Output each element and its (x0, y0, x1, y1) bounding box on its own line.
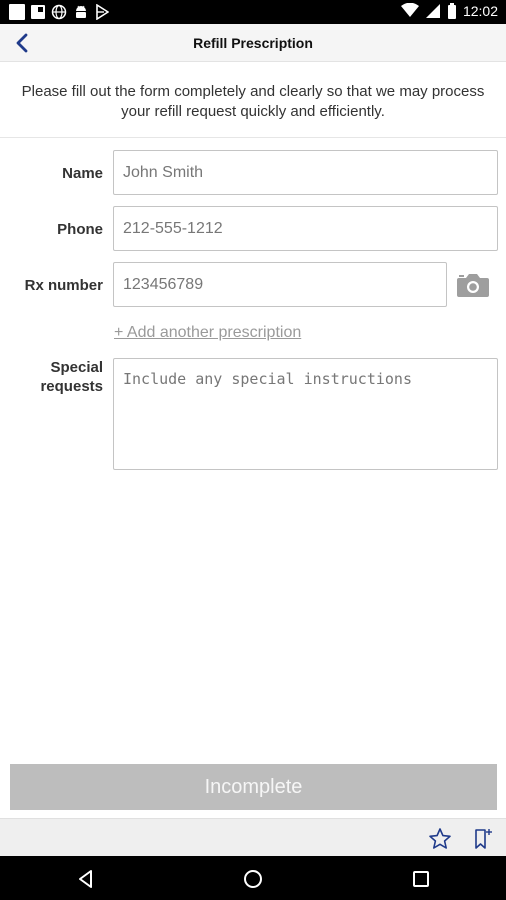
special-requests-label-line1: Special (50, 359, 103, 376)
rx-number-label: Rx number (24, 277, 103, 294)
bookmark-add-icon (475, 829, 492, 849)
wifi-icon (400, 3, 419, 17)
notification-square-icon (31, 5, 45, 19)
phone-label: Phone (57, 221, 103, 238)
nav-recents-button[interactable] (410, 868, 432, 890)
android-icon (76, 5, 86, 18)
app-header: Refill Prescription (0, 24, 506, 62)
name-label: Name (62, 165, 103, 182)
play-store-icon (96, 4, 109, 20)
bookmark-button[interactable] (470, 827, 494, 851)
star-icon (429, 828, 451, 849)
system-nav-bar (0, 856, 506, 900)
globe-icon (51, 4, 67, 20)
status-right-icons: 12:02 (400, 3, 498, 19)
name-field[interactable]: John Smith (113, 150, 498, 195)
add-prescription-link[interactable]: + Add another prescription (114, 324, 301, 342)
special-requests-textarea[interactable]: Include any special instructions (113, 358, 498, 470)
status-bar: 12:02 (0, 0, 506, 24)
signal-icon (425, 4, 440, 18)
page-title: Refill Prescription (193, 35, 313, 51)
nav-back-button[interactable] (75, 868, 97, 890)
phone-field[interactable]: 212-555-1212 (113, 206, 498, 251)
nav-home-button[interactable] (242, 868, 264, 890)
submit-button[interactable]: Incomplete (10, 764, 497, 810)
bottom-toolbar (0, 818, 506, 856)
status-time: 12:02 (462, 3, 498, 19)
recents-square-icon (413, 871, 429, 887)
battery-icon (447, 3, 456, 19)
back-triangle-icon (79, 870, 92, 888)
favorite-button[interactable] (428, 827, 452, 851)
home-circle-icon (244, 870, 262, 888)
camera-button[interactable] (455, 270, 491, 300)
intro-text: Please fill out the form completely and … (0, 62, 506, 138)
rx-number-field[interactable]: 123456789 (113, 262, 447, 307)
notification-square-icon (9, 4, 25, 20)
special-requests-label-line2: requests (40, 378, 103, 395)
camera-icon (457, 274, 489, 297)
status-left-icons (9, 4, 109, 20)
special-requests-label: Special requests (3, 358, 103, 396)
